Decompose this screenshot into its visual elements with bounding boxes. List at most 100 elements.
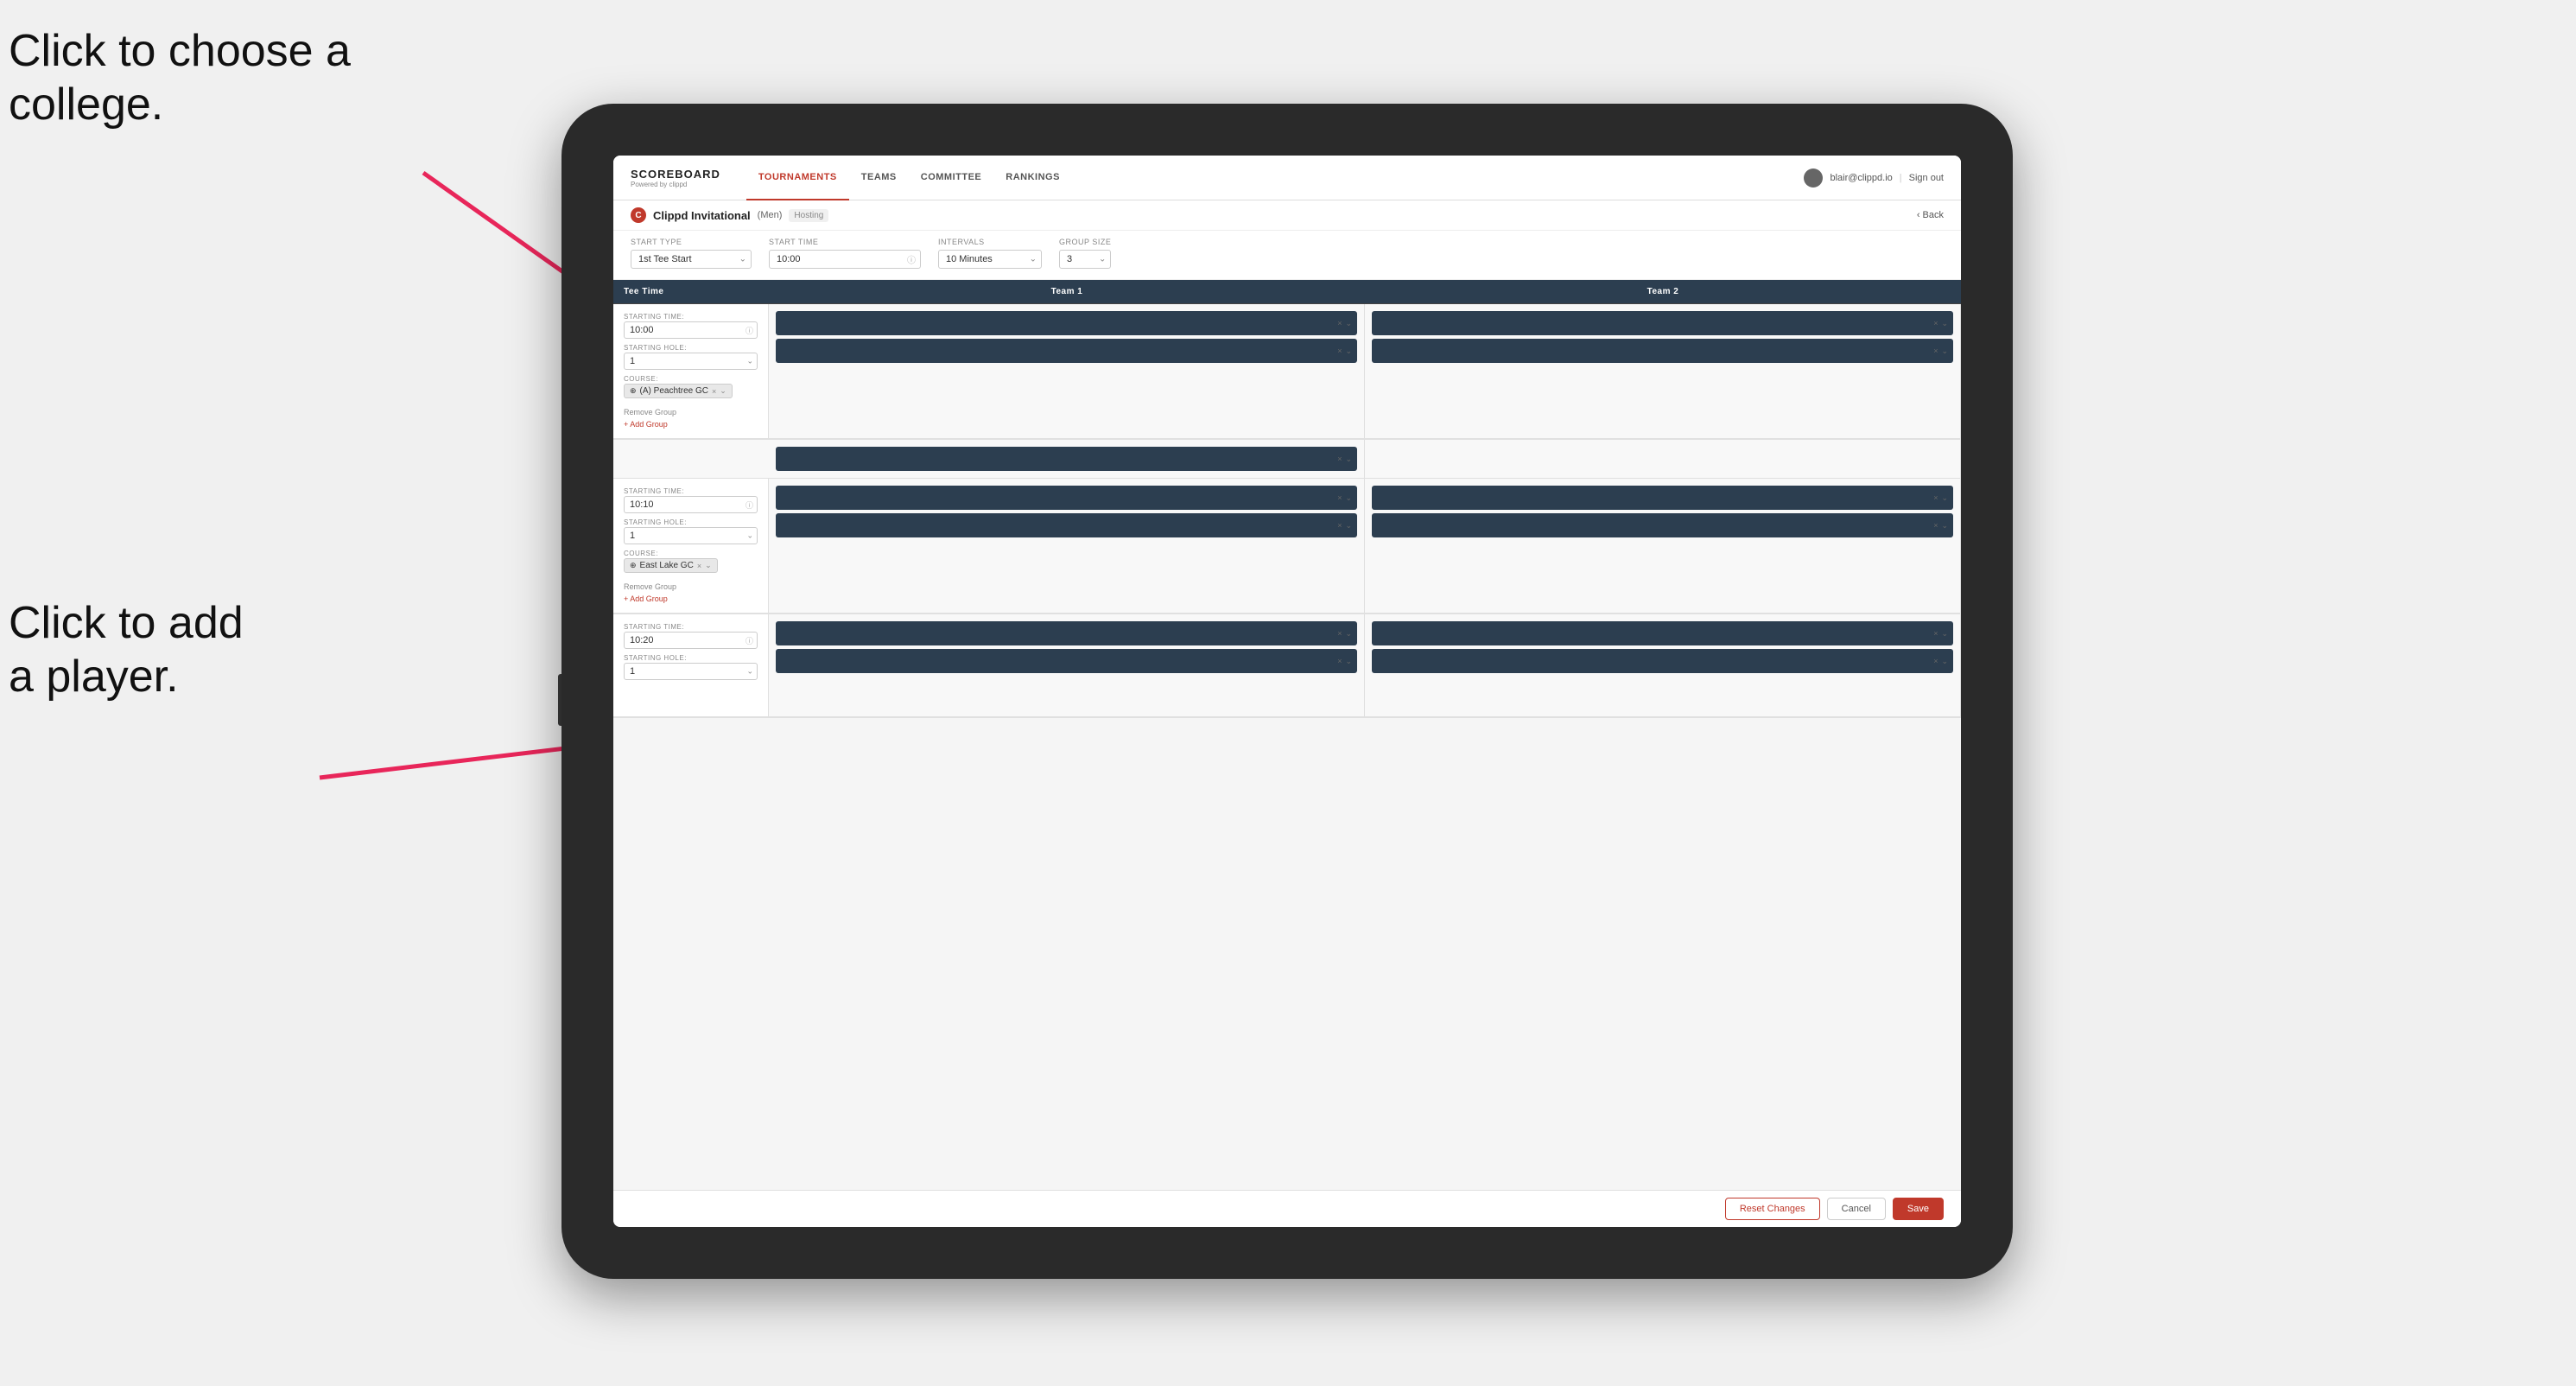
course-player-x-1[interactable]: ×: [1337, 455, 1342, 463]
player-slot-edit-2-2[interactable]: ⌄: [1941, 346, 1948, 356]
player-slot-5-1[interactable]: × ⌄: [776, 621, 1357, 645]
time-info-icon-1: ⓘ: [746, 325, 753, 336]
player-slot-4-1[interactable]: × ⌄: [1372, 486, 1953, 510]
starting-time-section-3: STARTING TIME: ⓘ: [624, 623, 758, 649]
team1-col-1: × ⌄ × ⌄: [769, 304, 1365, 438]
player-slot-x-3-1[interactable]: ×: [1337, 493, 1342, 502]
team1-course-row: × ⌄: [769, 440, 1365, 478]
player-slot-edit-5-2[interactable]: ⌄: [1345, 657, 1352, 666]
cancel-button[interactable]: Cancel: [1827, 1198, 1886, 1220]
reset-changes-button[interactable]: Reset Changes: [1725, 1198, 1820, 1220]
th-tee-time: Tee Time: [613, 280, 769, 303]
player-slot-x-2-1[interactable]: ×: [1933, 319, 1938, 327]
player-slot-edit-3-2[interactable]: ⌄: [1345, 521, 1352, 531]
player-slot-x-5-2[interactable]: ×: [1337, 657, 1342, 665]
group-size-label: Group Size: [1059, 238, 1111, 246]
course-tag-2[interactable]: ⊕ East Lake GC × ⌄: [624, 558, 718, 573]
starting-time-input-3[interactable]: [624, 632, 758, 649]
player-slot-1-1[interactable]: × ⌄: [776, 311, 1357, 335]
player-slot-edit-6-2[interactable]: ⌄: [1941, 657, 1948, 666]
start-time-input-wrap: ⓘ: [769, 250, 921, 269]
start-time-input[interactable]: [769, 250, 921, 269]
starting-time-label-1: STARTING TIME:: [624, 313, 758, 321]
starting-time-input-1[interactable]: [624, 321, 758, 339]
nav-item-teams[interactable]: TEAMS: [849, 156, 909, 200]
course-player-edit-1[interactable]: ⌄: [1345, 455, 1352, 464]
player-slot-edit-2-1[interactable]: ⌄: [1941, 319, 1948, 328]
player-slot-x-4-2[interactable]: ×: [1933, 521, 1938, 530]
starting-time-wrap-2: ⓘ: [624, 496, 758, 513]
player-slot-4-2[interactable]: × ⌄: [1372, 513, 1953, 537]
player-slot-5-2[interactable]: × ⌄: [776, 649, 1357, 673]
player-slot-x-1-1[interactable]: ×: [1337, 319, 1342, 327]
brand-subtitle: Powered by clippd: [631, 181, 720, 188]
course-tag-remove-2[interactable]: ×: [697, 562, 701, 570]
starting-hole-select-1[interactable]: 1: [624, 353, 758, 370]
player-slot-edit-1-1[interactable]: ⌄: [1345, 319, 1352, 328]
player-slot-edit-4-2[interactable]: ⌄: [1941, 521, 1948, 531]
player-slot-x-2-2[interactable]: ×: [1933, 346, 1938, 355]
starting-hole-select-3[interactable]: 1: [624, 663, 758, 680]
player-slot-x-3-2[interactable]: ×: [1337, 521, 1342, 530]
group-size-select[interactable]: 3: [1059, 250, 1111, 269]
player-slot-x-4-1[interactable]: ×: [1933, 493, 1938, 502]
starting-time-wrap-1: ⓘ: [624, 321, 758, 339]
starting-hole-select-wrap-2: 1: [624, 527, 758, 544]
player-slot-x-6-2[interactable]: ×: [1933, 657, 1938, 665]
player-slot-edit-4-1[interactable]: ⌄: [1941, 493, 1948, 503]
course-label-2: COURSE:: [624, 550, 758, 557]
player-slot-edit-6-1[interactable]: ⌄: [1941, 629, 1948, 639]
remove-group-btn-1[interactable]: Remove Group: [624, 407, 758, 417]
sub-header-left: C Clippd Invitational (Men) Hosting: [631, 207, 828, 223]
course-player-slot-1[interactable]: × ⌄: [776, 447, 1357, 471]
intervals-label: Intervals: [938, 238, 1042, 246]
starting-hole-label-3: STARTING HOLE:: [624, 654, 758, 662]
annotation-add-player: Click to add a player.: [9, 596, 244, 704]
start-type-select[interactable]: 1st Tee Start: [631, 250, 752, 269]
course-tag-name-1: (A) Peachtree GC: [640, 386, 708, 396]
player-slot-x-6-1[interactable]: ×: [1933, 629, 1938, 638]
player-slot-3-2[interactable]: × ⌄: [776, 513, 1357, 537]
course-tag-remove-1[interactable]: ×: [712, 387, 716, 396]
course-tag-icon-2: ⊕: [630, 561, 637, 570]
player-slot-2-1[interactable]: × ⌄: [1372, 311, 1953, 335]
player-slot-edit-1-2[interactable]: ⌄: [1345, 346, 1352, 356]
starting-hole-section-1: STARTING HOLE: 1: [624, 344, 758, 370]
sign-out-link[interactable]: Sign out: [1909, 173, 1944, 183]
add-group-btn-1[interactable]: + Add Group: [624, 419, 758, 429]
starting-hole-select-2[interactable]: 1: [624, 527, 758, 544]
player-slot-x-1-2[interactable]: ×: [1337, 346, 1342, 355]
back-button[interactable]: ‹ Back: [1917, 210, 1944, 220]
hosting-badge: Hosting: [789, 209, 828, 222]
starting-time-section-1: STARTING TIME: ⓘ: [624, 313, 758, 339]
user-avatar: [1804, 168, 1823, 188]
intervals-select[interactable]: 10 Minutes: [938, 250, 1042, 269]
annotation-line1: Click to choose a: [9, 26, 351, 76]
start-type-select-wrapper: 1st Tee Start: [631, 250, 752, 269]
team2-col-3: × ⌄ × ⌄: [1365, 614, 1961, 716]
tablet-frame: SCOREBOARD Powered by clippd TOURNAMENTS…: [562, 104, 2013, 1279]
course-tag-1[interactable]: ⊕ (A) Peachtree GC × ⌄: [624, 384, 733, 398]
save-button[interactable]: Save: [1893, 1198, 1944, 1220]
team2-col-2: × ⌄ × ⌄: [1365, 479, 1961, 613]
player-slot-2-2[interactable]: × ⌄: [1372, 339, 1953, 363]
course-tag-edit-2[interactable]: ⌄: [705, 561, 712, 570]
remove-group-btn-2[interactable]: Remove Group: [624, 582, 758, 592]
player-slot-6-2[interactable]: × ⌄: [1372, 649, 1953, 673]
th-team2: Team 2: [1365, 280, 1961, 303]
player-slot-6-1[interactable]: × ⌄: [1372, 621, 1953, 645]
starting-time-input-2[interactable]: [624, 496, 758, 513]
add-group-btn-2[interactable]: + Add Group: [624, 594, 758, 604]
player-slot-x-5-1[interactable]: ×: [1337, 629, 1342, 638]
player-slot-edit-5-1[interactable]: ⌄: [1345, 629, 1352, 639]
nav-item-rankings[interactable]: RANKINGS: [993, 156, 1072, 200]
starting-hole-section-2: STARTING HOLE: 1: [624, 518, 758, 544]
player-slot-edit-3-1[interactable]: ⌄: [1345, 493, 1352, 503]
player-slot-3-1[interactable]: × ⌄: [776, 486, 1357, 510]
nav-item-tournaments[interactable]: TOURNAMENTS: [746, 156, 849, 200]
player-slot-1-2[interactable]: × ⌄: [776, 339, 1357, 363]
sub-header: C Clippd Invitational (Men) Hosting ‹ Ba…: [613, 200, 1961, 231]
nav-item-committee[interactable]: COMMITTEE: [909, 156, 994, 200]
starting-hole-section-3: STARTING HOLE: 1: [624, 654, 758, 680]
course-tag-edit-1[interactable]: ⌄: [720, 386, 726, 396]
